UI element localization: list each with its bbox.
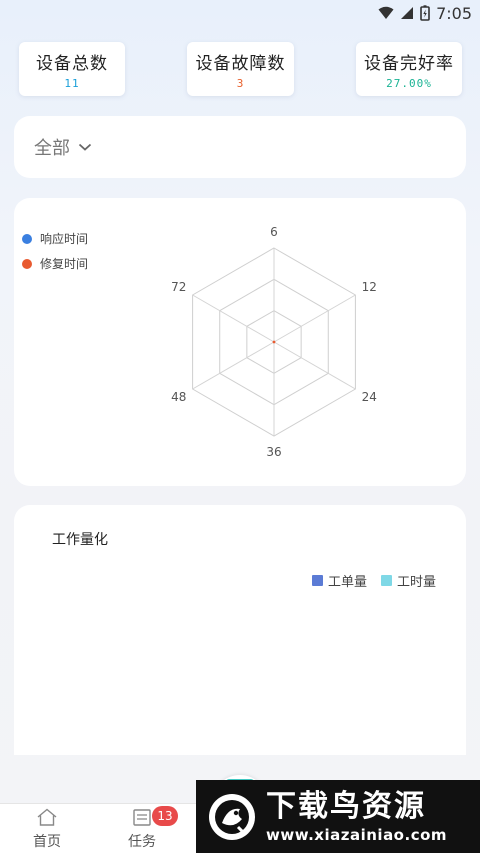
- nav-label-home: 首页: [33, 834, 61, 850]
- stat-label: 设备完好率: [364, 53, 454, 74]
- stat-card-faults[interactable]: 设备故障数 3: [187, 42, 294, 96]
- stat-value: 3: [236, 76, 245, 90]
- nav-item-home[interactable]: 首页: [33, 808, 61, 851]
- stat-value: 27.00%: [386, 76, 432, 90]
- legend-label: 工单量: [327, 575, 367, 590]
- stat-value: 11: [64, 76, 80, 90]
- legend-label: 工时量: [396, 575, 436, 590]
- status-time: 7:05: [436, 3, 472, 23]
- watermark-url: www.xiazainiao.com: [266, 825, 448, 844]
- radar-center-point: [272, 340, 276, 344]
- filter-selected: 全部: [34, 138, 70, 159]
- watermark-banner: 下载鸟资源 www.xiazainiao.com: [196, 780, 480, 853]
- nav-label-task: 任务: [128, 834, 156, 850]
- workload-legend: 工单量 工时量: [311, 571, 436, 590]
- filter-dropdown[interactable]: 全部: [14, 116, 466, 178]
- workload-card: 工作量化 工单量 工时量: [14, 505, 466, 755]
- stat-card-rate[interactable]: 设备完好率 27.00%: [356, 42, 462, 96]
- status-bar: 7:05: [0, 0, 480, 26]
- stat-label: 设备总数: [36, 53, 108, 74]
- watermark-logo-icon: [208, 793, 256, 841]
- stat-row: 设备总数 11 设备故障数 3 设备完好率 27.00%: [0, 42, 480, 98]
- wifi-icon: [378, 6, 394, 20]
- legend-item-hours[interactable]: 工时量: [380, 571, 436, 590]
- radar-spoke: [273, 294, 356, 343]
- signal-icon: [400, 6, 414, 20]
- radar-axis-label: 24: [362, 390, 377, 404]
- radar-series: [272, 340, 276, 344]
- nav-item-task[interactable]: 任务 13: [128, 806, 178, 851]
- task-icon: [131, 808, 153, 830]
- home-icon: [36, 808, 58, 830]
- radar-axis-label: 6: [270, 225, 278, 239]
- radar-chart: 6 12 24 36 48 72: [171, 225, 377, 459]
- radar-axis-label: 12: [362, 280, 377, 294]
- legend-item-orders[interactable]: 工单量: [311, 571, 367, 590]
- watermark-title: 下载鸟资源: [266, 788, 426, 824]
- battery-icon: [420, 5, 430, 21]
- radar-spoke: [273, 341, 356, 390]
- workload-title: 工作量化: [52, 532, 108, 548]
- stat-label: 设备故障数: [195, 53, 286, 74]
- radar-axis-label: 72: [171, 280, 186, 294]
- watermark-text: 下载鸟资源 www.xiazainiao.com: [266, 788, 448, 844]
- radar-spoke: [192, 341, 275, 390]
- chevron-down-icon: [78, 142, 92, 152]
- stat-card-total[interactable]: 设备总数 11: [19, 42, 125, 96]
- task-badge: 13: [152, 806, 178, 826]
- radar-spoke: [192, 294, 275, 343]
- radar-chart-card: 响应时间 修复时间 6 12 24 36 48 72: [14, 198, 466, 486]
- legend-swatch: [380, 575, 392, 586]
- legend-swatch: [311, 575, 323, 586]
- radar-axis-label: 36: [266, 445, 281, 459]
- radar-axis-label: 48: [171, 390, 186, 404]
